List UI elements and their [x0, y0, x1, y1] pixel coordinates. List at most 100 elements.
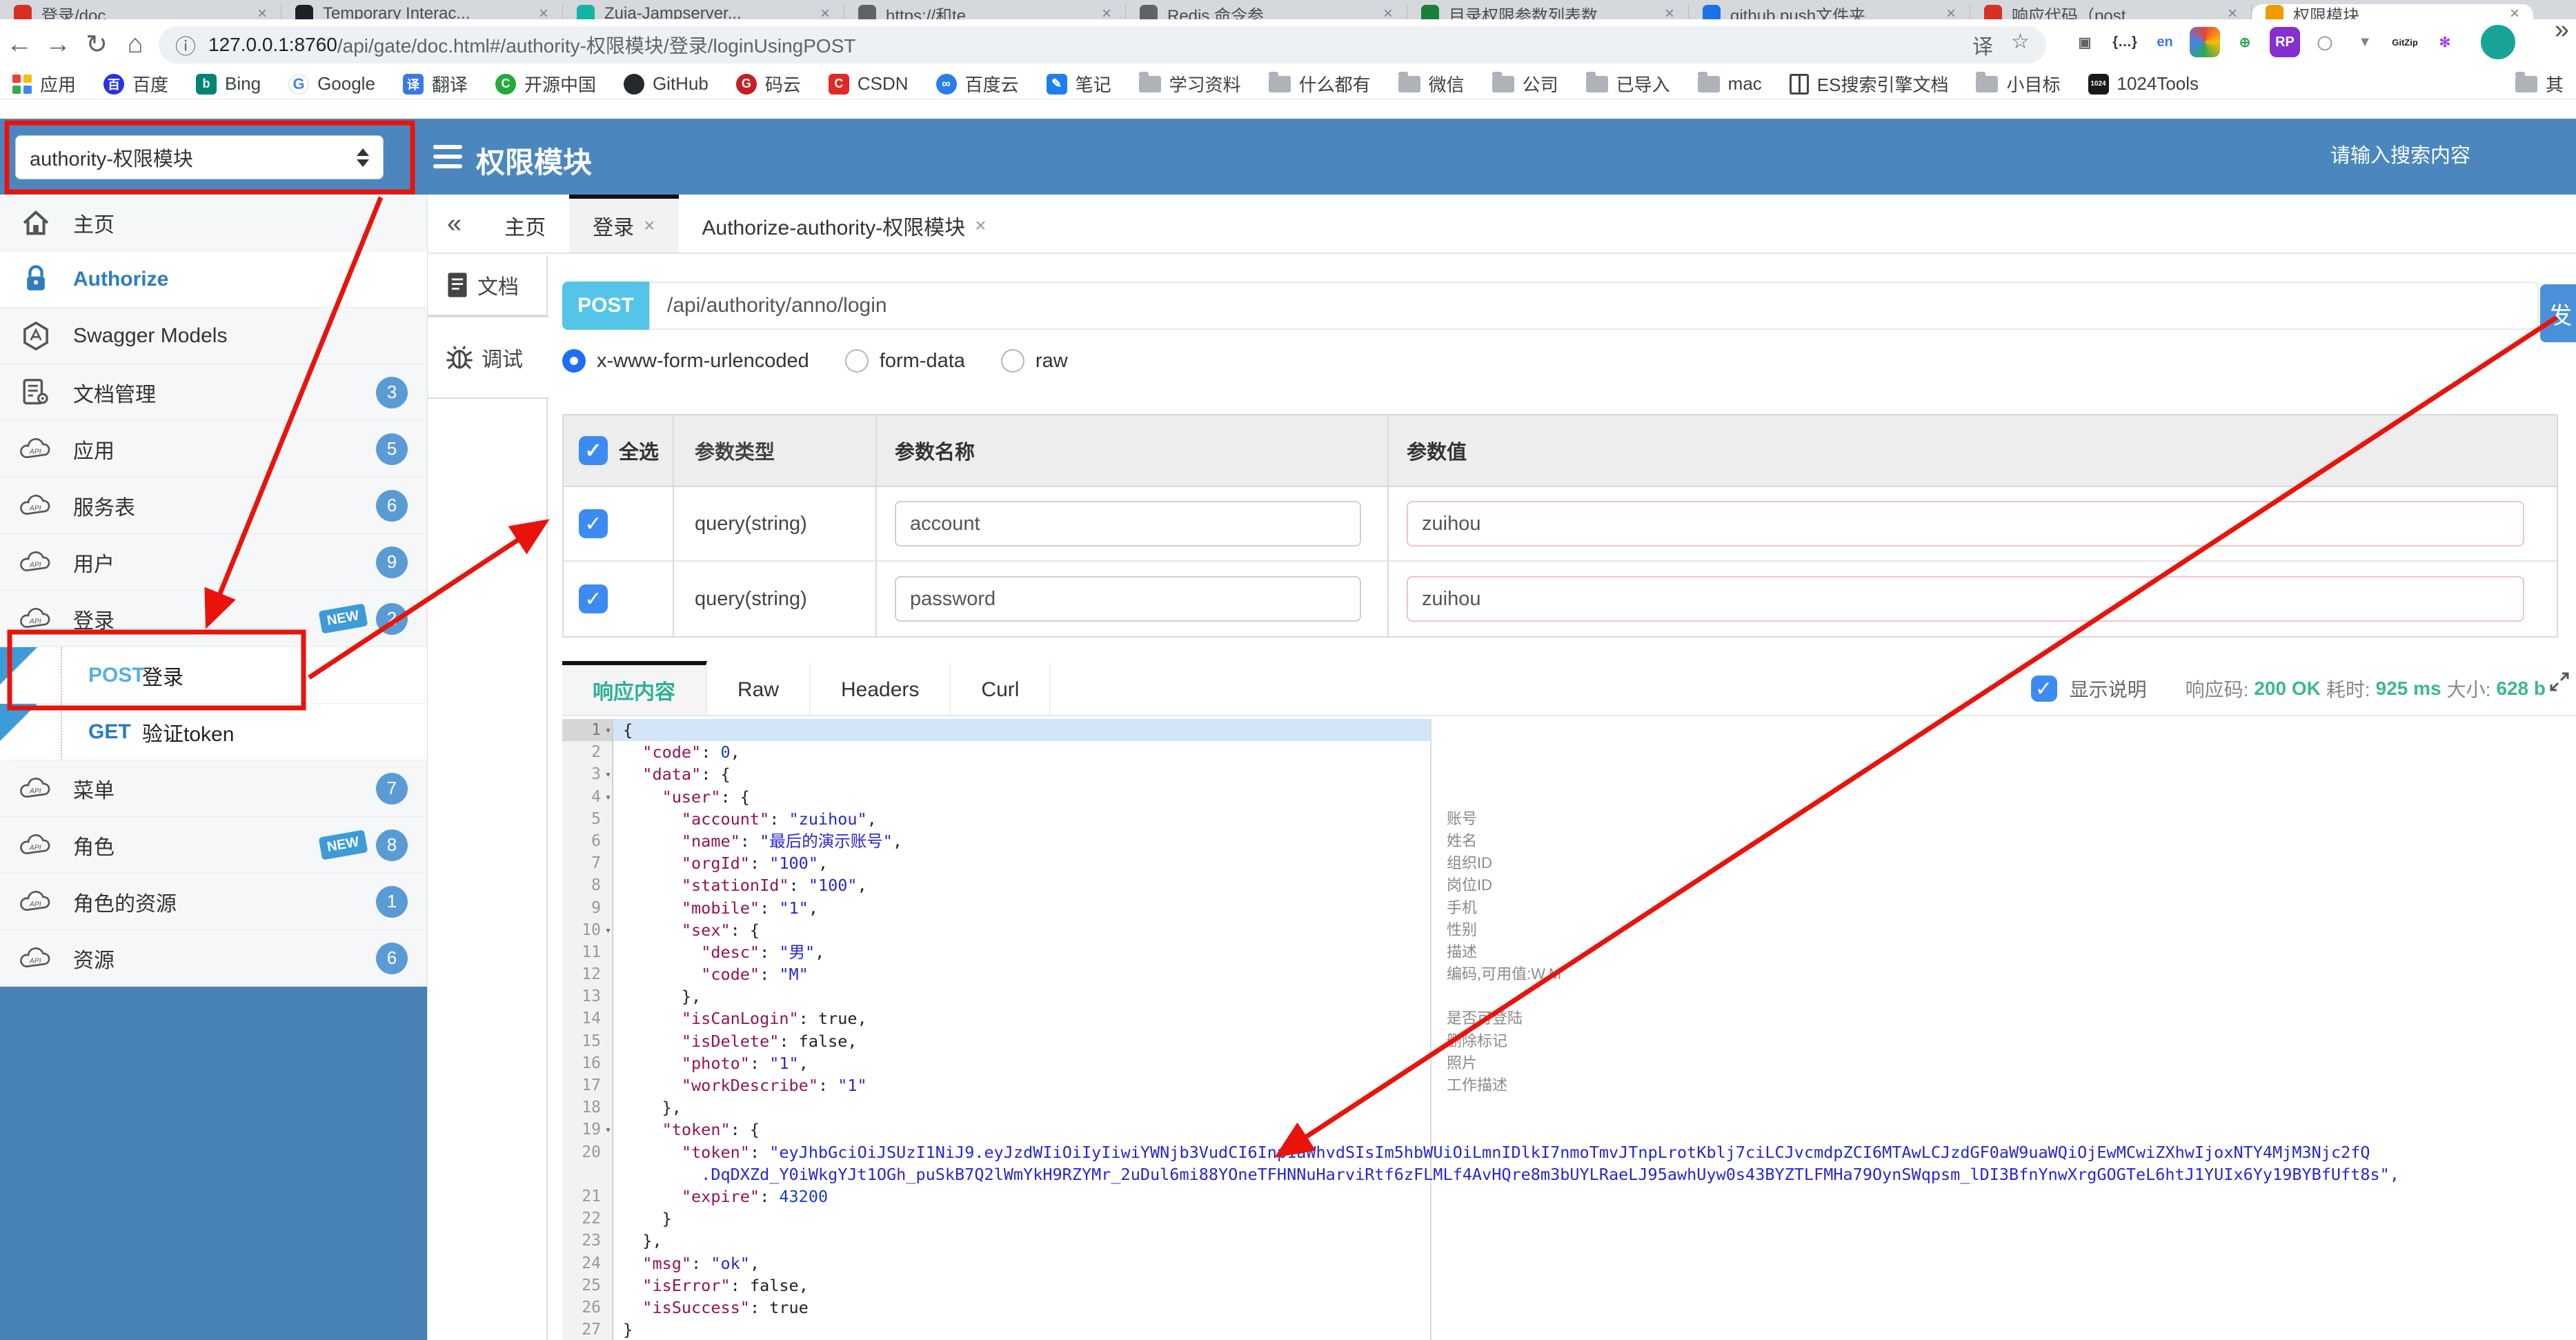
sidebar-item-应用[interactable]: API 应用 5: [0, 421, 427, 477]
code-line[interactable]: 26 "isSuccess": true: [562, 1297, 2576, 1319]
sidebar-item-角色[interactable]: API 角色 NEW 8: [0, 817, 427, 874]
body-type-option[interactable]: x-www-form-urlencoded: [562, 349, 809, 373]
code-line[interactable]: 20 "token": "eyJhbGciOiJSUzI1NiJ9.eyJzdW…: [562, 1141, 2576, 1163]
tab-主页[interactable]: 主页: [481, 195, 569, 253]
bookmark-item[interactable]: 百百度: [103, 71, 168, 97]
code-line[interactable]: 25 "isError": false,: [562, 1274, 2576, 1297]
address-bar[interactable]: ⓘ 127.0.0.1:8760/api/gate/doc.html#/auth…: [159, 26, 2046, 63]
sidebar-endpoint-登录[interactable]: NEW POST 登录: [0, 647, 427, 710]
bookmark-item[interactable]: 1024 1024Tools: [2088, 73, 2199, 95]
gitzip-icon[interactable]: GitZip: [2390, 27, 2420, 57]
forward-icon[interactable]: →: [39, 30, 77, 59]
bookmark-item[interactable]: 已导入: [1585, 71, 1670, 97]
translate-en-icon[interactable]: en: [2150, 27, 2180, 57]
bookmark-item[interactable]: ✎ 笔记: [1046, 71, 1111, 97]
bookmark-item[interactable]: mac: [1697, 71, 1762, 95]
code-line[interactable]: 22 }: [562, 1208, 2576, 1230]
tab-close-icon[interactable]: ×: [820, 4, 830, 19]
tab-close-icon[interactable]: ×: [1946, 4, 1956, 19]
tab-overflow-icon[interactable]: »: [2555, 15, 2569, 45]
sidebar-item-文档管理[interactable]: 文档管理 3: [0, 364, 427, 421]
sidebar-item-服务表[interactable]: API 服务表 6: [0, 477, 427, 534]
sidebar-item-Authorize[interactable]: Authorize: [0, 251, 427, 308]
tab-close-icon[interactable]: ×: [257, 4, 267, 19]
sidebar-endpoint-验证token[interactable]: NEW GET 验证token: [0, 704, 427, 767]
code-line[interactable]: 13 },: [562, 985, 2576, 1007]
bookmark-item[interactable]: b Bing: [196, 73, 261, 95]
sidebar-item-主页[interactable]: 主页: [0, 195, 427, 251]
show-desc-checkbox[interactable]: ✓: [2030, 676, 2057, 702]
code-line[interactable]: 27}: [562, 1319, 2576, 1340]
response-tab-Curl[interactable]: Curl: [951, 661, 1051, 715]
asterisk-icon[interactable]: ✻: [2430, 27, 2460, 57]
bookmark-item[interactable]: 应用: [12, 71, 76, 97]
code-line[interactable]: 23 },: [562, 1230, 2576, 1252]
browser-tab[interactable]: 目录权限参数列表数... ×: [1407, 4, 1689, 19]
bookmark-item[interactable]: C 开源中国: [495, 71, 596, 97]
code-line[interactable]: .DqDXZd_Y0iWkgYJt1OGh_puSkB7Q2lWmYkH9RZY…: [562, 1163, 2576, 1185]
bookmark-item[interactable]: ES搜索引擎文档: [1789, 71, 1948, 97]
bookmark-item[interactable]: GitHub: [623, 73, 709, 95]
browser-tab[interactable]: Temporary Interac... ×: [281, 4, 563, 19]
send-button[interactable]: 发: [2540, 284, 2576, 342]
browser-tab[interactable]: github push文件夹... ×: [1689, 4, 1970, 19]
param-name-input[interactable]: [895, 576, 1361, 622]
code-line[interactable]: 1 ▾ {: [562, 719, 2576, 742]
bookmark-item[interactable]: 小目标: [1976, 71, 2061, 97]
browser-tab[interactable]: https://和te... ×: [844, 4, 1126, 19]
code-line[interactable]: 5 "account": "zuihou", 账号: [562, 808, 2576, 830]
fold-icon[interactable]: ▾: [605, 719, 611, 741]
shield-icon[interactable]: ▼: [2350, 27, 2380, 57]
code-line[interactable]: 18 },: [562, 1096, 2576, 1119]
sidebar-item-Swagger Models[interactable]: Swagger Models: [0, 308, 427, 364]
browser-tab[interactable]: 响应代码（post... ×: [1970, 4, 2252, 19]
code-line[interactable]: 21 "expire": 43200: [562, 1185, 2576, 1208]
ring-icon[interactable]: ◯: [2310, 27, 2340, 57]
code-line[interactable]: 7 "orgId": "100", 组织ID: [562, 852, 2576, 874]
bookmark-item[interactable]: ∞ 百度云: [935, 71, 1019, 97]
tab-close-icon[interactable]: ×: [2228, 4, 2237, 19]
bookmark-item[interactable]: G Google: [288, 73, 375, 95]
tab-Authorize-authority-权限模块[interactable]: Authorize-authority-权限模块 ×: [679, 195, 1010, 253]
bookmark-item[interactable]: C CSDN: [828, 73, 909, 95]
rp-icon[interactable]: RP: [2270, 27, 2300, 57]
translate-icon[interactable]: 译: [1972, 30, 1993, 60]
tab-close-icon[interactable]: ×: [2510, 4, 2519, 19]
code-line[interactable]: 6 "name": "最后的演示账号", 姓名: [562, 830, 2576, 852]
sidebar-item-菜单[interactable]: API 菜单 7: [0, 760, 427, 817]
browser-tab[interactable]: 权限模块 ×: [2252, 4, 2533, 19]
code-line[interactable]: 16 "photo": "1", 照片: [562, 1052, 2576, 1074]
browser-tab[interactable]: Zuia-Jampserver... ×: [563, 4, 844, 19]
code-line[interactable]: 15 "isDelete": false, 删除标记: [562, 1030, 2576, 1052]
body-type-option[interactable]: form-data: [844, 349, 965, 373]
response-body-editor[interactable]: 1 ▾{2 "code": 0, 3 ▾ "data": {4 ▾ "user": {5…: [562, 719, 2576, 1340]
body-type-option[interactable]: raw: [1000, 349, 1068, 373]
sidebar-item-资源[interactable]: API 资源 6: [0, 930, 427, 987]
profile-avatar[interactable]: [2481, 25, 2515, 59]
colorful-circle-icon[interactable]: [2190, 27, 2220, 57]
bookmark-item[interactable]: 微信: [1398, 71, 1465, 97]
code-line[interactable]: 10 ▾ "sex": {性别: [562, 919, 2576, 941]
bookmark-item[interactable]: 译翻译: [402, 71, 468, 97]
sidebar-item-登录[interactable]: API 登录 NEW 2: [0, 591, 427, 647]
code-line[interactable]: 2 "code": 0,: [562, 741, 2576, 763]
code-line[interactable]: 14 "isCanLogin": true, 是否可登陆: [562, 1007, 2576, 1029]
site-info-icon[interactable]: ⓘ: [175, 30, 196, 60]
browser-tab[interactable]: 登录/doc... ×: [0, 4, 281, 19]
code-line[interactable]: 12 "code": "M" 编码,可用值:W,M: [562, 963, 2576, 985]
tab-close-icon[interactable]: ×: [1383, 4, 1393, 19]
bookmark-item[interactable]: 什么都有: [1268, 71, 1371, 97]
select-all-checkbox[interactable]: ✓: [579, 436, 608, 465]
braces-icon[interactable]: {…}: [2110, 27, 2140, 57]
tab-close-icon[interactable]: ×: [539, 4, 548, 19]
param-value-input[interactable]: [1407, 576, 2524, 622]
tab-登录[interactable]: 登录 ×: [569, 195, 679, 253]
menu-icon[interactable]: [433, 145, 462, 168]
sidebar-item-角色的资源[interactable]: API 角色的资源 1: [0, 874, 427, 930]
tab-close-icon[interactable]: ×: [975, 215, 986, 237]
browser-tab[interactable]: Redis 命令参... ×: [1126, 4, 1407, 19]
code-line[interactable]: 17 "workDescribe": "1" 工作描述: [562, 1074, 2576, 1096]
tab-调试[interactable]: 调试: [428, 316, 549, 399]
fold-icon[interactable]: ▾: [605, 919, 611, 941]
bookmark-item[interactable]: 学习资料: [1138, 71, 1241, 97]
